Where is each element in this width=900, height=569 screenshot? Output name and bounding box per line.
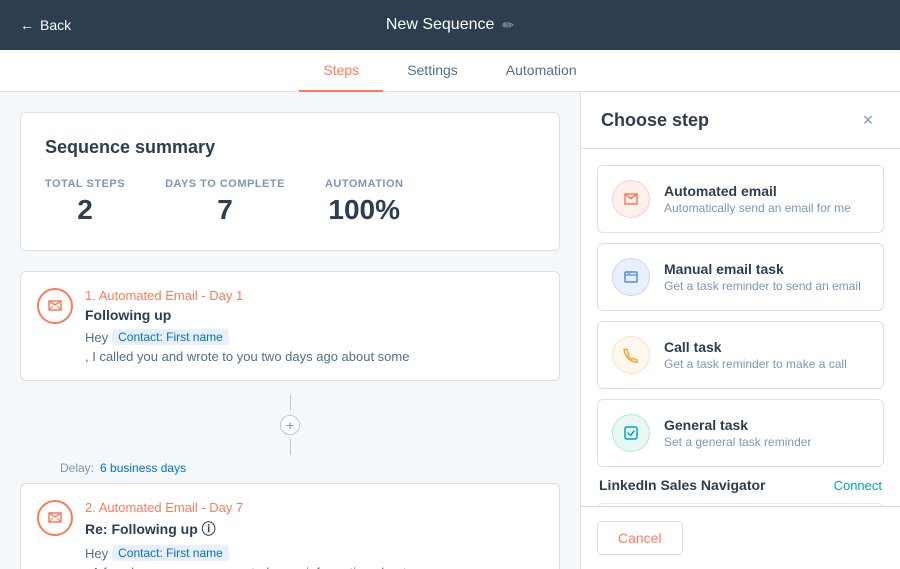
back-arrow-icon: ← <box>20 17 34 33</box>
general-task-text: General task Set a general task reminder <box>664 417 869 449</box>
step-2-content: 2. Automated Email - Day 7 Re: Following… <box>85 500 543 569</box>
call-task-text: Call task Get a task reminder to make a … <box>664 339 869 371</box>
linkedin-title: LinkedIn Sales Navigator <box>599 477 766 493</box>
stat-value-automation: 100% <box>325 194 404 226</box>
step-2-header: 2. Automated Email - Day 7 Re: Following… <box>37 500 543 569</box>
general-task-desc: Set a general task reminder <box>664 435 869 449</box>
option-call-task[interactable]: Call task Get a task reminder to make a … <box>597 321 884 389</box>
panel-body: Automated email Automatically send an em… <box>581 149 900 506</box>
main-content: Sequence summary TOTAL STEPS 2 DAYS TO C… <box>0 92 900 569</box>
general-task-name: General task <box>664 417 869 433</box>
tab-settings[interactable]: Settings <box>383 50 482 92</box>
connector-line-bottom <box>290 439 291 455</box>
step-card-1: 1. Automated Email - Day 1 Following up … <box>20 271 560 381</box>
step-1-content: 1. Automated Email - Day 1 Following up … <box>85 288 543 364</box>
panel-footer: Cancel <box>581 506 900 569</box>
stat-value-days: 7 <box>165 194 285 226</box>
option-automated-email[interactable]: Automated email Automatically send an em… <box>597 165 884 233</box>
step-card-2: 2. Automated Email - Day 7 Re: Following… <box>20 483 560 569</box>
manual-email-text: Manual email task Get a task reminder to… <box>664 261 869 293</box>
panel-title: Choose step <box>601 110 709 131</box>
manual-email-name: Manual email task <box>664 261 869 277</box>
header-title: New Sequence ✏ <box>386 16 514 34</box>
connector-line-top <box>290 395 291 411</box>
stat-label-days: DAYS TO COMPLETE <box>165 178 285 190</box>
tabs-bar: Steps Settings Automation <box>0 50 900 92</box>
edit-icon[interactable]: ✏ <box>502 17 514 34</box>
stat-label-steps: TOTAL STEPS <box>45 178 125 190</box>
close-panel-button[interactable]: × <box>856 108 880 132</box>
contact-tag-2: Contact: First name <box>112 545 229 561</box>
cancel-button[interactable]: Cancel <box>597 521 683 555</box>
manual-email-icon <box>612 258 650 296</box>
step-2-subject: Re: Following up ⓘ <box>85 519 543 539</box>
add-step-button[interactable]: + <box>280 415 300 435</box>
call-task-desc: Get a task reminder to make a call <box>664 357 869 371</box>
option-inmail: in InMail task Get a task reminder to se… <box>597 503 884 506</box>
step-1-title: 1. Automated Email - Day 1 <box>85 288 543 303</box>
left-panel: Sequence summary TOTAL STEPS 2 DAYS TO C… <box>0 92 580 569</box>
linkedin-section: LinkedIn Sales Navigator Connect in InMa… <box>597 477 884 506</box>
delay-connector: + <box>20 389 560 461</box>
step-1-header: 1. Automated Email - Day 1 Following up … <box>37 288 543 364</box>
step-1-subject: Following up <box>85 307 543 323</box>
automated-email-desc: Automatically send an email for me <box>664 201 869 215</box>
step-1-icon <box>37 288 73 324</box>
stat-days: DAYS TO COMPLETE 7 <box>165 178 285 226</box>
back-label: Back <box>40 17 71 33</box>
manual-email-desc: Get a task reminder to send an email <box>664 279 869 293</box>
stat-value-steps: 2 <box>45 194 125 226</box>
linkedin-header: LinkedIn Sales Navigator Connect <box>597 477 884 493</box>
delay-value: 6 business days <box>100 461 186 475</box>
option-general-task[interactable]: General task Set a general task reminder <box>597 399 884 467</box>
sequence-title: New Sequence <box>386 16 495 34</box>
header: ← Back New Sequence ✏ <box>0 0 900 50</box>
delay-label: Delay: 6 business days <box>20 461 560 475</box>
choose-step-panel: Choose step × Automated email Automatica… <box>580 92 900 569</box>
panel-header: Choose step × <box>581 92 900 149</box>
automated-email-icon <box>612 180 650 218</box>
summary-stats: TOTAL STEPS 2 DAYS TO COMPLETE 7 AUTOMAT… <box>45 178 535 226</box>
back-button[interactable]: ← Back <box>20 17 71 33</box>
call-task-icon <box>612 336 650 374</box>
summary-title: Sequence summary <box>45 137 535 158</box>
step-2-body: Hey Contact: First name , A few days ago… <box>85 545 543 569</box>
general-task-icon <box>612 414 650 452</box>
linkedin-connect-link[interactable]: Connect <box>834 478 882 493</box>
automated-email-name: Automated email <box>664 183 869 199</box>
tab-steps[interactable]: Steps <box>299 50 383 92</box>
call-task-name: Call task <box>664 339 869 355</box>
stat-automation: AUTOMATION 100% <box>325 178 404 226</box>
summary-card: Sequence summary TOTAL STEPS 2 DAYS TO C… <box>20 112 560 251</box>
automated-email-text: Automated email Automatically send an em… <box>664 183 869 215</box>
stat-label-automation: AUTOMATION <box>325 178 404 190</box>
step-2-title: 2. Automated Email - Day 7 <box>85 500 543 515</box>
tab-automation[interactable]: Automation <box>482 50 601 92</box>
step-1-body: Hey Contact: First name , I called you a… <box>85 329 543 364</box>
step-2-icon <box>37 500 73 536</box>
option-manual-email[interactable]: Manual email task Get a task reminder to… <box>597 243 884 311</box>
stat-total-steps: TOTAL STEPS 2 <box>45 178 125 226</box>
contact-tag-1: Contact: First name <box>112 329 229 345</box>
